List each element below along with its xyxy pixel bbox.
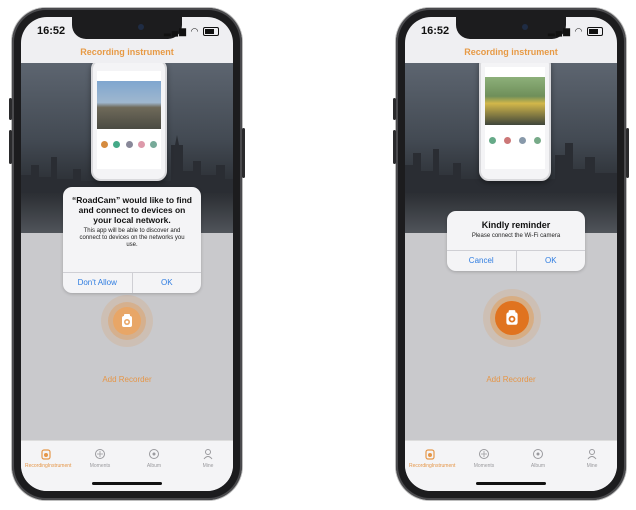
battery-icon xyxy=(587,27,603,37)
status-time: 16:52 xyxy=(421,25,450,37)
tab-moments[interactable]: Moments xyxy=(463,447,505,469)
home-indicator[interactable] xyxy=(92,482,162,485)
person-icon xyxy=(187,447,229,461)
phone-screen: 16:52 ▂▄▆ ◠ Recording instrument “RoadCa… xyxy=(21,17,233,491)
phone-left: 16:52 ▂▄▆ ◠ Recording instrument “RoadCa… xyxy=(9,8,245,500)
hero-banner xyxy=(405,63,617,233)
cancel-button[interactable]: Cancel xyxy=(447,251,516,271)
app-preview-image xyxy=(479,63,551,181)
battery-icon xyxy=(203,27,219,37)
dont-allow-button[interactable]: Don't Allow xyxy=(63,273,132,293)
add-recorder-label[interactable]: Add Recorder xyxy=(21,375,233,384)
tab-moments[interactable]: Moments xyxy=(79,447,121,469)
dashcam-icon xyxy=(409,447,451,461)
dialog-title: Kindly reminder xyxy=(481,220,551,230)
moments-icon xyxy=(79,447,121,461)
nav-title: Recording instrument xyxy=(464,47,558,57)
status-bar: 16:52 ▂▄▆ ◠ xyxy=(405,23,617,41)
tab-mine[interactable]: Mine xyxy=(187,447,229,469)
add-recorder-button[interactable] xyxy=(101,295,153,347)
tab-recording-instrument[interactable]: RecordingInstrument xyxy=(409,447,456,469)
tab-album[interactable]: Album xyxy=(517,447,559,469)
dashcam-icon xyxy=(25,447,67,461)
signal-icon: ▂▄▆ xyxy=(163,26,188,36)
person-icon xyxy=(571,447,613,461)
app-preview-image xyxy=(91,63,167,181)
wifi-icon: ◠ xyxy=(190,26,200,36)
volume-button xyxy=(393,98,396,120)
tab-album[interactable]: Album xyxy=(133,447,175,469)
tab-label: Moments xyxy=(89,463,111,469)
tab-label: Mine xyxy=(202,463,214,469)
wifi-icon: ◠ xyxy=(574,26,584,36)
dialog-buttons: Cancel OK xyxy=(447,250,585,271)
phone-screen: 16:52 ▂▄▆ ◠ Recording instrument Kindly xyxy=(405,17,617,491)
phone-right: 16:52 ▂▄▆ ◠ Recording instrument Kindly xyxy=(393,8,629,500)
volume-button xyxy=(9,98,12,120)
signal-icon: ▂▄▆ xyxy=(547,26,572,36)
album-icon xyxy=(133,447,175,461)
album-icon xyxy=(517,447,559,461)
power-button xyxy=(242,128,245,178)
tab-bar: RecordingInstrument Moments Album Mine xyxy=(21,440,233,491)
status-icons: ▂▄▆ ◠ xyxy=(164,26,219,37)
home-indicator[interactable] xyxy=(476,482,546,485)
wifi-reminder-dialog: Kindly reminder Please connect the Wi-Fi… xyxy=(447,211,585,271)
status-bar: 16:52 ▂▄▆ ◠ xyxy=(21,23,233,41)
add-recorder-button[interactable] xyxy=(483,289,541,347)
tab-label: Album xyxy=(530,463,546,469)
status-time: 16:52 xyxy=(37,25,66,37)
dialog-message: Please connect the Wi-Fi camera xyxy=(471,233,561,239)
dialog-title: “RoadCam” would like to find and connect… xyxy=(72,195,192,225)
dialog-message: This app will be able to discover and co… xyxy=(79,228,185,248)
dashcam-icon xyxy=(113,307,141,335)
tab-mine[interactable]: Mine xyxy=(571,447,613,469)
dialog-buttons: Don't Allow OK xyxy=(63,272,201,293)
volume-button xyxy=(393,130,396,164)
add-recorder-label[interactable]: Add Recorder xyxy=(405,375,617,384)
ok-button[interactable]: OK xyxy=(515,251,586,271)
tab-label: Album xyxy=(146,463,162,469)
tab-label: Moments xyxy=(473,463,495,469)
volume-button xyxy=(9,130,12,164)
nav-title: Recording instrument xyxy=(80,47,174,57)
local-network-permission-dialog: “RoadCam” would like to find and connect… xyxy=(63,187,201,293)
tab-label: RecordingInstrument xyxy=(409,463,456,469)
moments-icon xyxy=(463,447,505,461)
tab-label: Mine xyxy=(586,463,598,469)
tab-bar: RecordingInstrument Moments Album Mine xyxy=(405,440,617,491)
dashcam-icon xyxy=(495,301,529,335)
tab-recording-instrument[interactable]: RecordingInstrument xyxy=(25,447,72,469)
power-button xyxy=(626,128,629,178)
ok-button[interactable]: OK xyxy=(131,273,202,293)
status-icons: ▂▄▆ ◠ xyxy=(548,26,603,37)
tab-label: RecordingInstrument xyxy=(25,463,72,469)
